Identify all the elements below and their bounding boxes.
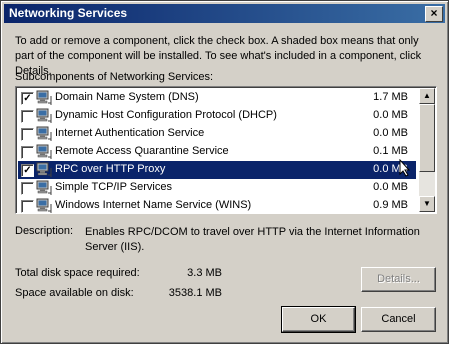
disk-required-value: 3.3 MB [187,267,222,279]
component-checkbox[interactable]: ✓ [21,164,34,177]
network-component-icon [36,180,52,195]
arrow-down-icon: ▼ [423,199,431,208]
network-component-icon [36,198,52,213]
description-text: Enables RPC/DCOM to travel over HTTP via… [85,226,420,253]
item-size: 0.0 MB [373,109,408,121]
list-item[interactable]: Remote Access Quarantine Service 0.1 MB [18,143,416,161]
list-item[interactable]: Simple TCP/IP Services 0.0 MB [18,179,416,197]
arrow-up-icon: ▲ [423,91,431,100]
vertical-scrollbar[interactable]: ▲ ▼ [419,88,435,212]
item-label: Dynamic Host Configuration Protocol (DHC… [55,109,277,121]
description-label: Description: [15,225,74,237]
disk-available-value: 3538.1 MB [168,287,222,299]
scroll-thumb[interactable] [419,104,435,172]
list-item[interactable]: Windows Internet Name Service (WINS) 0.9 … [18,197,416,213]
cancel-button[interactable]: Cancel [361,307,436,332]
list-item[interactable]: Internet Authentication Service 0.0 MB [18,125,416,143]
network-component-icon [36,162,52,177]
item-size: 0.1 MB [373,145,408,157]
checkmark-icon: ✓ [23,93,32,104]
component-checkbox[interactable]: ✓ [21,92,34,105]
list-item[interactable]: ✓ Domain Name System (DNS) 1.7 MB [18,89,416,107]
ok-button[interactable]: OK [281,306,356,333]
component-checkbox[interactable] [21,182,34,195]
network-component-icon [36,90,52,105]
component-checkbox[interactable] [21,110,34,123]
item-size: 1.7 MB [373,91,408,103]
checkmark-icon: ✓ [23,165,32,176]
item-label: RPC over HTTP Proxy [55,163,166,175]
scroll-down-button[interactable]: ▼ [419,196,435,212]
close-button[interactable]: × [425,6,443,22]
disk-available-label: Space available on disk: [15,287,134,299]
item-label: Windows Internet Name Service (WINS) [55,199,252,211]
title-bar[interactable]: Networking Services × [4,4,445,23]
mouse-cursor-icon [399,159,411,177]
disk-required-label: Total disk space required: [15,267,140,279]
close-icon: × [430,6,438,20]
scroll-up-button[interactable]: ▲ [419,88,435,104]
window-title: Networking Services [9,6,128,20]
list-item[interactable]: ✓ RPC over HTTP Proxy 0.0 MB [18,161,416,179]
network-component-icon [36,144,52,159]
details-button[interactable]: Details... [361,267,436,292]
subcomponents-label: Subcomponents of Networking Services: [15,71,214,83]
item-label: Domain Name System (DNS) [55,91,199,103]
component-checkbox[interactable] [21,200,34,213]
item-size: 0.0 MB [373,127,408,139]
network-component-icon [36,126,52,141]
list-item[interactable]: Dynamic Host Configuration Protocol (DHC… [18,107,416,125]
item-label: Internet Authentication Service [55,127,205,139]
network-component-icon [36,108,52,123]
item-size: 0.0 MB [373,181,408,193]
networking-services-dialog: Networking Services × To add or remove a… [0,0,449,344]
item-size: 0.9 MB [373,199,408,211]
item-label: Simple TCP/IP Services [55,181,172,193]
item-label: Remote Access Quarantine Service [55,145,229,157]
subcomponents-list[interactable]: ✓ Domain Name System (DNS) 1.7 MB Dynamic H… [15,86,437,214]
component-checkbox[interactable] [21,146,34,159]
component-checkbox[interactable] [21,128,34,141]
